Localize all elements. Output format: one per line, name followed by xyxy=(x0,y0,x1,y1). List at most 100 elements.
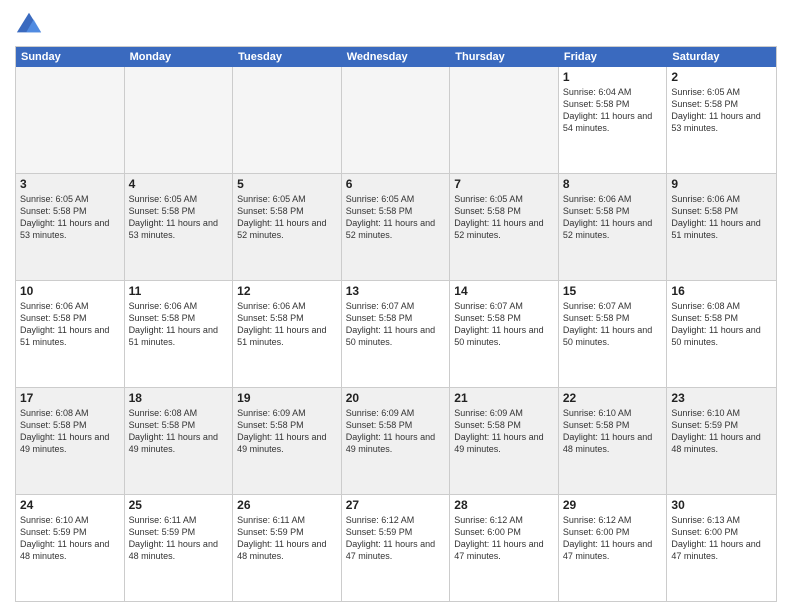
cell-detail: Sunrise: 6:06 AMSunset: 5:58 PMDaylight:… xyxy=(129,300,229,349)
calendar-cell: 13 Sunrise: 6:07 AMSunset: 5:58 PMDayligh… xyxy=(342,281,451,387)
calendar-cell xyxy=(450,67,559,173)
cell-detail: Sunrise: 6:04 AMSunset: 5:58 PMDaylight:… xyxy=(563,86,663,135)
cell-detail: Sunrise: 6:08 AMSunset: 5:58 PMDaylight:… xyxy=(129,407,229,456)
calendar-cell: 8 Sunrise: 6:06 AMSunset: 5:58 PMDaylight… xyxy=(559,174,668,280)
cell-detail: Sunrise: 6:13 AMSunset: 6:00 PMDaylight:… xyxy=(671,514,772,563)
day-number: 17 xyxy=(20,391,120,405)
header xyxy=(15,10,777,38)
calendar-cell: 17 Sunrise: 6:08 AMSunset: 5:58 PMDayligh… xyxy=(16,388,125,494)
day-number: 20 xyxy=(346,391,446,405)
cell-detail: Sunrise: 6:07 AMSunset: 5:58 PMDaylight:… xyxy=(346,300,446,349)
day-number: 28 xyxy=(454,498,554,512)
calendar-cell: 11 Sunrise: 6:06 AMSunset: 5:58 PMDayligh… xyxy=(125,281,234,387)
header-day-monday: Monday xyxy=(125,47,234,67)
cell-detail: Sunrise: 6:12 AMSunset: 5:59 PMDaylight:… xyxy=(346,514,446,563)
header-day-tuesday: Tuesday xyxy=(233,47,342,67)
calendar-body: 1 Sunrise: 6:04 AMSunset: 5:58 PMDaylight… xyxy=(16,67,776,601)
calendar-cell: 15 Sunrise: 6:07 AMSunset: 5:58 PMDayligh… xyxy=(559,281,668,387)
calendar-cell: 14 Sunrise: 6:07 AMSunset: 5:58 PMDayligh… xyxy=(450,281,559,387)
header-day-sunday: Sunday xyxy=(16,47,125,67)
day-number: 7 xyxy=(454,177,554,191)
calendar-cell: 1 Sunrise: 6:04 AMSunset: 5:58 PMDaylight… xyxy=(559,67,668,173)
calendar-cell: 29Sunrise: 6:12 AMSunset: 6:00 PMDayligh… xyxy=(559,495,668,601)
day-number: 5 xyxy=(237,177,337,191)
cell-detail: Sunrise: 6:10 AMSunset: 5:59 PMDaylight:… xyxy=(20,514,120,563)
day-number: 24 xyxy=(20,498,120,512)
header-day-saturday: Saturday xyxy=(667,47,776,67)
calendar-cell: 3 Sunrise: 6:05 AMSunset: 5:58 PMDaylight… xyxy=(16,174,125,280)
day-number: 22 xyxy=(563,391,663,405)
calendar-cell: 26 Sunrise: 6:11 AMSunset: 5:59 PMDayligh… xyxy=(233,495,342,601)
cell-detail: Sunrise: 6:08 AMSunset: 5:58 PMDaylight:… xyxy=(671,300,772,349)
cell-detail: Sunrise: 6:07 AMSunset: 5:58 PMDaylight:… xyxy=(454,300,554,349)
calendar-cell: 16 Sunrise: 6:08 AMSunset: 5:58 PMDayligh… xyxy=(667,281,776,387)
cell-detail: Sunrise: 6:05 AMSunset: 5:58 PMDaylight:… xyxy=(454,193,554,242)
cell-detail: Sunrise: 6:06 AMSunset: 5:58 PMDaylight:… xyxy=(20,300,120,349)
cell-detail: Sunrise: 6:05 AMSunset: 5:58 PMDaylight:… xyxy=(671,86,772,135)
day-number: 15 xyxy=(563,284,663,298)
cell-detail: Sunrise: 6:05 AMSunset: 5:58 PMDaylight:… xyxy=(20,193,120,242)
cell-detail: Sunrise: 6:05 AMSunset: 5:58 PMDaylight:… xyxy=(129,193,229,242)
calendar-cell: 21Sunrise: 6:09 AMSunset: 5:58 PMDayligh… xyxy=(450,388,559,494)
cell-detail: Sunrise: 6:06 AMSunset: 5:58 PMDaylight:… xyxy=(237,300,337,349)
day-number: 23 xyxy=(671,391,772,405)
cell-detail: Sunrise: 6:05 AMSunset: 5:58 PMDaylight:… xyxy=(237,193,337,242)
day-number: 2 xyxy=(671,70,772,84)
calendar-cell xyxy=(342,67,451,173)
cell-detail: Sunrise: 6:10 AMSunset: 5:59 PMDaylight:… xyxy=(671,407,772,456)
cell-detail: Sunrise: 6:11 AMSunset: 5:59 PMDaylight:… xyxy=(237,514,337,563)
calendar-week-1: 3 Sunrise: 6:05 AMSunset: 5:58 PMDaylight… xyxy=(16,174,776,281)
header-day-friday: Friday xyxy=(559,47,668,67)
day-number: 9 xyxy=(671,177,772,191)
calendar-cell xyxy=(125,67,234,173)
header-day-thursday: Thursday xyxy=(450,47,559,67)
calendar-header: SundayMondayTuesdayWednesdayThursdayFrid… xyxy=(16,47,776,67)
cell-detail: Sunrise: 6:12 AMSunset: 6:00 PMDaylight:… xyxy=(454,514,554,563)
calendar-cell: 28 Sunrise: 6:12 AMSunset: 6:00 PMDayligh… xyxy=(450,495,559,601)
page: SundayMondayTuesdayWednesdayThursdayFrid… xyxy=(0,0,792,612)
calendar-cell: 24 Sunrise: 6:10 AMSunset: 5:59 PMDayligh… xyxy=(16,495,125,601)
logo-icon xyxy=(15,10,43,38)
day-number: 11 xyxy=(129,284,229,298)
calendar-cell: 5 Sunrise: 6:05 AMSunset: 5:58 PMDaylight… xyxy=(233,174,342,280)
cell-detail: Sunrise: 6:09 AMSunset: 5:58 PMDaylight:… xyxy=(346,407,446,456)
day-number: 4 xyxy=(129,177,229,191)
calendar-cell: 10 Sunrise: 6:06 AMSunset: 5:58 PMDayligh… xyxy=(16,281,125,387)
calendar-cell: 4 Sunrise: 6:05 AMSunset: 5:58 PMDaylight… xyxy=(125,174,234,280)
calendar: SundayMondayTuesdayWednesdayThursdayFrid… xyxy=(15,46,777,602)
calendar-cell: 9 Sunrise: 6:06 AMSunset: 5:58 PMDaylight… xyxy=(667,174,776,280)
day-number: 3 xyxy=(20,177,120,191)
day-number: 6 xyxy=(346,177,446,191)
calendar-cell: 20 Sunrise: 6:09 AMSunset: 5:58 PMDayligh… xyxy=(342,388,451,494)
calendar-cell xyxy=(16,67,125,173)
day-number: 29 xyxy=(563,498,663,512)
cell-detail: Sunrise: 6:11 AMSunset: 5:59 PMDaylight:… xyxy=(129,514,229,563)
cell-detail: Sunrise: 6:08 AMSunset: 5:58 PMDaylight:… xyxy=(20,407,120,456)
calendar-week-4: 24 Sunrise: 6:10 AMSunset: 5:59 PMDayligh… xyxy=(16,495,776,601)
calendar-cell: 22Sunrise: 6:10 AMSunset: 5:58 PMDayligh… xyxy=(559,388,668,494)
day-number: 27 xyxy=(346,498,446,512)
day-number: 21 xyxy=(454,391,554,405)
cell-detail: Sunrise: 6:06 AMSunset: 5:58 PMDaylight:… xyxy=(563,193,663,242)
cell-detail: Sunrise: 6:09 AMSunset: 5:58 PMDaylight:… xyxy=(237,407,337,456)
calendar-cell: 27 Sunrise: 6:12 AMSunset: 5:59 PMDayligh… xyxy=(342,495,451,601)
day-number: 16 xyxy=(671,284,772,298)
header-day-wednesday: Wednesday xyxy=(342,47,451,67)
cell-detail: Sunrise: 6:07 AMSunset: 5:58 PMDaylight:… xyxy=(563,300,663,349)
day-number: 13 xyxy=(346,284,446,298)
calendar-cell: 2 Sunrise: 6:05 AMSunset: 5:58 PMDaylight… xyxy=(667,67,776,173)
day-number: 1 xyxy=(563,70,663,84)
calendar-cell: 25Sunrise: 6:11 AMSunset: 5:59 PMDayligh… xyxy=(125,495,234,601)
day-number: 26 xyxy=(237,498,337,512)
day-number: 14 xyxy=(454,284,554,298)
cell-detail: Sunrise: 6:06 AMSunset: 5:58 PMDaylight:… xyxy=(671,193,772,242)
day-number: 8 xyxy=(563,177,663,191)
day-number: 18 xyxy=(129,391,229,405)
day-number: 30 xyxy=(671,498,772,512)
calendar-cell: 12Sunrise: 6:06 AMSunset: 5:58 PMDayligh… xyxy=(233,281,342,387)
day-number: 10 xyxy=(20,284,120,298)
day-number: 19 xyxy=(237,391,337,405)
calendar-cell xyxy=(233,67,342,173)
calendar-cell: 6Sunrise: 6:05 AMSunset: 5:58 PMDaylight… xyxy=(342,174,451,280)
calendar-cell: 7 Sunrise: 6:05 AMSunset: 5:58 PMDaylight… xyxy=(450,174,559,280)
